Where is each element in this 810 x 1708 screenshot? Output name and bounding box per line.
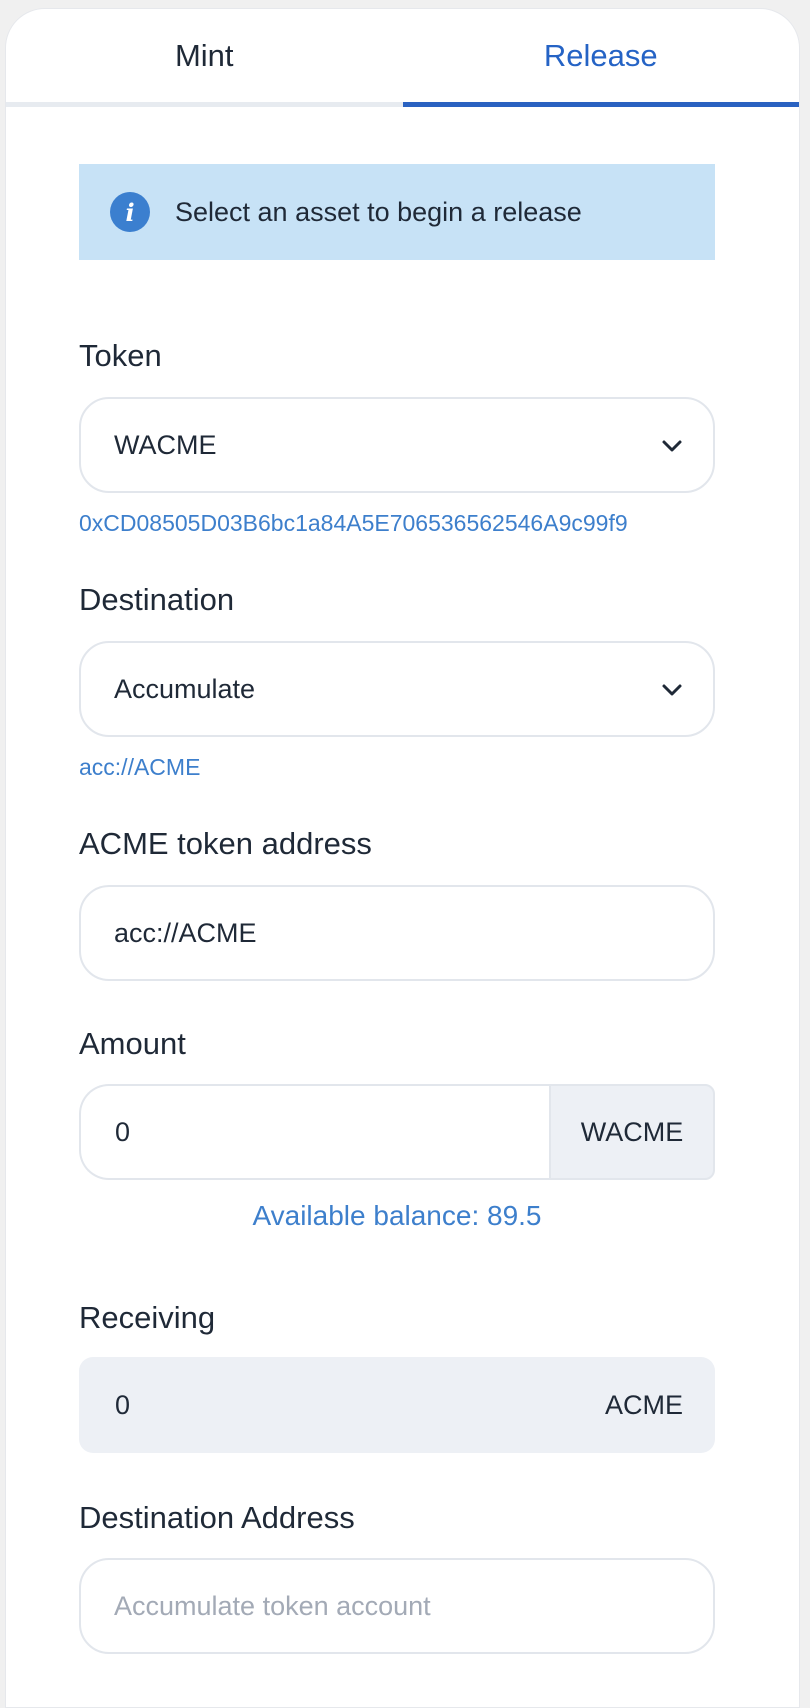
amount-value: 0 xyxy=(115,1116,131,1147)
active-tab-indicator xyxy=(403,102,799,107)
destination-hint[interactable]: acc://ACME xyxy=(79,754,200,781)
token-contract-address[interactable]: 0xCD08505D03B6bc1a84A5E706536562546A9c99… xyxy=(79,510,628,537)
tab-release-label: Release xyxy=(543,37,658,73)
chevron-down-icon xyxy=(662,684,682,696)
tab-mint[interactable]: Mint xyxy=(6,9,403,102)
amount-input[interactable]: 0 xyxy=(79,1084,549,1180)
acme-token-address-value: acc://ACME xyxy=(114,917,257,948)
acme-token-address-input[interactable]: acc://ACME xyxy=(79,885,715,981)
receiving-label: Receiving xyxy=(79,1300,216,1335)
token-selected-value: WACME xyxy=(114,429,217,460)
tab-release[interactable]: Release xyxy=(403,9,800,102)
acme-token-address-label: ACME token address xyxy=(79,826,372,861)
destination-address-input[interactable]: Accumulate token account xyxy=(79,1558,715,1654)
amount-unit: WACME xyxy=(580,1116,684,1147)
available-balance[interactable]: Available balance: 89.5 xyxy=(79,1200,715,1232)
tab-bar: Mint Release xyxy=(6,9,799,107)
info-alert: i Select an asset to begin a release xyxy=(79,164,715,260)
destination-label: Destination xyxy=(79,582,235,617)
destination-select[interactable]: Accumulate xyxy=(79,641,715,737)
destination-selected-value: Accumulate xyxy=(114,673,256,704)
info-icon: i xyxy=(110,192,150,232)
amount-unit-addon: WACME xyxy=(549,1084,715,1180)
token-select[interactable]: WACME xyxy=(79,397,715,493)
receiving-value: 0 xyxy=(115,1389,131,1420)
destination-address-label: Destination Address xyxy=(79,1500,355,1535)
tab-mint-label: Mint xyxy=(174,37,234,73)
amount-label: Amount xyxy=(79,1026,186,1061)
receiving-unit: ACME xyxy=(604,1389,683,1420)
amount-input-group: 0 WACME xyxy=(79,1084,715,1180)
destination-address-placeholder: Accumulate token account xyxy=(114,1590,431,1621)
receiving-display: 0 ACME xyxy=(79,1357,715,1453)
alert-text: Select an asset to begin a release xyxy=(175,196,582,227)
token-label: Token xyxy=(79,338,162,373)
chevron-down-icon xyxy=(662,440,682,452)
